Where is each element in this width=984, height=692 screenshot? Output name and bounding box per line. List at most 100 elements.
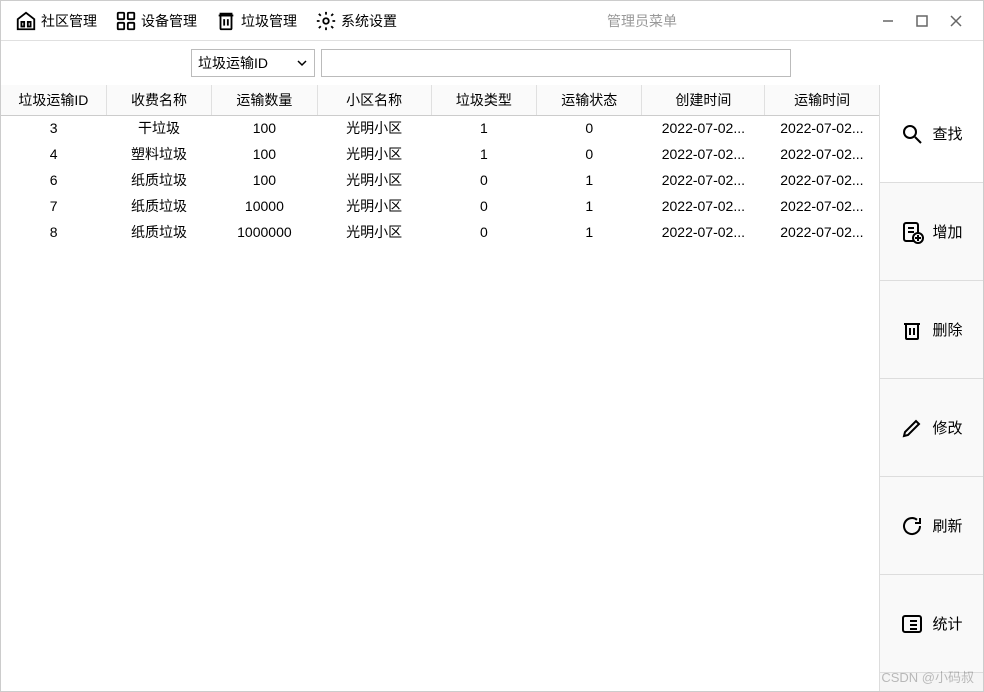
menu-label: 社区管理 (41, 11, 97, 31)
col-header[interactable]: 垃圾类型 (431, 85, 536, 115)
menu-label: 垃圾管理 (241, 11, 297, 31)
edit-button[interactable]: 修改 (880, 379, 983, 477)
button-label: 统计 (932, 613, 962, 634)
trash-icon (215, 10, 237, 32)
table-cell: 2022-07-02... (765, 193, 879, 219)
action-sidebar: 查找 增加 删除 修改 刷新 统计 (880, 85, 983, 691)
table-cell: 2022-07-02... (642, 219, 765, 245)
titlebar: 社区管理 设备管理 垃圾管理 系统设置 管理员菜单 (1, 1, 983, 41)
table-cell: 1 (537, 167, 642, 193)
search-button[interactable]: 查找 (880, 85, 983, 183)
grid-icon (115, 10, 137, 32)
table-row[interactable]: 7纸质垃圾10000光明小区012022-07-02...2022-07-02.… (1, 193, 879, 219)
main-menu: 社区管理 设备管理 垃圾管理 系统设置 (9, 6, 403, 36)
table-cell: 2022-07-02... (642, 193, 765, 219)
table-cell: 10000 (212, 193, 317, 219)
table-cell: 2022-07-02... (765, 219, 879, 245)
table-cell: 1000000 (212, 219, 317, 245)
chevron-down-icon (296, 57, 308, 69)
table-cell: 纸质垃圾 (106, 167, 211, 193)
col-header[interactable]: 运输状态 (537, 85, 642, 115)
table-cell: 塑料垃圾 (106, 141, 211, 167)
table-cell: 0 (537, 115, 642, 141)
table-cell: 2022-07-02... (765, 115, 879, 141)
table-cell: 100 (212, 167, 317, 193)
table-row[interactable]: 6纸质垃圾100光明小区012022-07-02...2022-07-02... (1, 167, 879, 193)
table-cell: 1 (537, 193, 642, 219)
menu-label: 设备管理 (141, 11, 197, 31)
table-container[interactable]: 垃圾运输ID 收费名称 运输数量 小区名称 垃圾类型 运输状态 创建时间 运输时… (1, 85, 880, 691)
refresh-button[interactable]: 刷新 (880, 477, 983, 575)
app-window: 社区管理 设备管理 垃圾管理 系统设置 管理员菜单 垃圾运输ID (0, 0, 984, 692)
filter-field-value: 垃圾运输ID (198, 53, 268, 73)
table-cell: 纸质垃圾 (106, 193, 211, 219)
table-cell: 2022-07-02... (642, 141, 765, 167)
table-cell: 光明小区 (317, 167, 431, 193)
table-cell: 光明小区 (317, 219, 431, 245)
button-label: 查找 (932, 123, 962, 144)
table-cell: 光明小区 (317, 141, 431, 167)
table-row[interactable]: 4塑料垃圾100光明小区102022-07-02...2022-07-02... (1, 141, 879, 167)
col-header[interactable]: 小区名称 (317, 85, 431, 115)
filter-field-select[interactable]: 垃圾运输ID (191, 49, 315, 77)
table-cell: 纸质垃圾 (106, 219, 211, 245)
table-cell: 7 (1, 193, 106, 219)
main-area: 垃圾运输ID 收费名称 运输数量 小区名称 垃圾类型 运输状态 创建时间 运输时… (1, 85, 983, 691)
home-icon (15, 10, 37, 32)
table-cell: 2022-07-02... (765, 141, 879, 167)
table-cell: 光明小区 (317, 193, 431, 219)
table-cell: 4 (1, 141, 106, 167)
button-label: 刷新 (932, 515, 962, 536)
window-controls (881, 14, 975, 28)
table-row[interactable]: 3干垃圾100光明小区102022-07-02...2022-07-02... (1, 115, 879, 141)
table-row[interactable]: 8纸质垃圾1000000光明小区012022-07-02...2022-07-0… (1, 219, 879, 245)
table-cell: 6 (1, 167, 106, 193)
table-cell: 0 (431, 193, 536, 219)
search-input[interactable] (321, 49, 791, 77)
trash-icon (900, 318, 924, 342)
table-cell: 1 (431, 141, 536, 167)
table-cell: 1 (431, 115, 536, 141)
table-cell: 100 (212, 141, 317, 167)
search-icon (900, 122, 924, 146)
button-label: 删除 (932, 319, 962, 340)
menu-community[interactable]: 社区管理 (9, 6, 103, 36)
col-header[interactable]: 收费名称 (106, 85, 211, 115)
table-cell: 3 (1, 115, 106, 141)
gear-icon (315, 10, 337, 32)
table-cell: 100 (212, 115, 317, 141)
close-button[interactable] (949, 14, 963, 28)
button-label: 增加 (932, 221, 962, 242)
table-cell: 2022-07-02... (642, 167, 765, 193)
menu-label: 系统设置 (341, 11, 397, 31)
delete-button[interactable]: 删除 (880, 281, 983, 379)
pencil-icon (900, 416, 924, 440)
table-cell: 0 (431, 167, 536, 193)
maximize-button[interactable] (915, 14, 929, 28)
data-table: 垃圾运输ID 收费名称 运输数量 小区名称 垃圾类型 运输状态 创建时间 运输时… (1, 85, 879, 245)
menu-system[interactable]: 系统设置 (309, 6, 403, 36)
col-header[interactable]: 垃圾运输ID (1, 85, 106, 115)
table-cell: 0 (431, 219, 536, 245)
list-icon (900, 612, 924, 636)
minimize-button[interactable] (881, 14, 895, 28)
table-cell: 1 (537, 219, 642, 245)
col-header[interactable]: 运输数量 (212, 85, 317, 115)
add-button[interactable]: 增加 (880, 183, 983, 281)
col-header[interactable]: 运输时间 (765, 85, 879, 115)
table-cell: 2022-07-02... (765, 167, 879, 193)
col-header[interactable]: 创建时间 (642, 85, 765, 115)
table-cell: 8 (1, 219, 106, 245)
window-title: 管理员菜单 (403, 11, 881, 31)
add-icon (900, 220, 924, 244)
table-cell: 2022-07-02... (642, 115, 765, 141)
table-cell: 0 (537, 141, 642, 167)
refresh-icon (900, 514, 924, 538)
table-cell: 光明小区 (317, 115, 431, 141)
button-label: 修改 (932, 417, 962, 438)
menu-device[interactable]: 设备管理 (109, 6, 203, 36)
stats-button[interactable]: 统计 (880, 575, 983, 673)
search-toolbar: 垃圾运输ID (1, 41, 983, 85)
table-header-row: 垃圾运输ID 收费名称 运输数量 小区名称 垃圾类型 运输状态 创建时间 运输时… (1, 85, 879, 115)
menu-trash[interactable]: 垃圾管理 (209, 6, 303, 36)
